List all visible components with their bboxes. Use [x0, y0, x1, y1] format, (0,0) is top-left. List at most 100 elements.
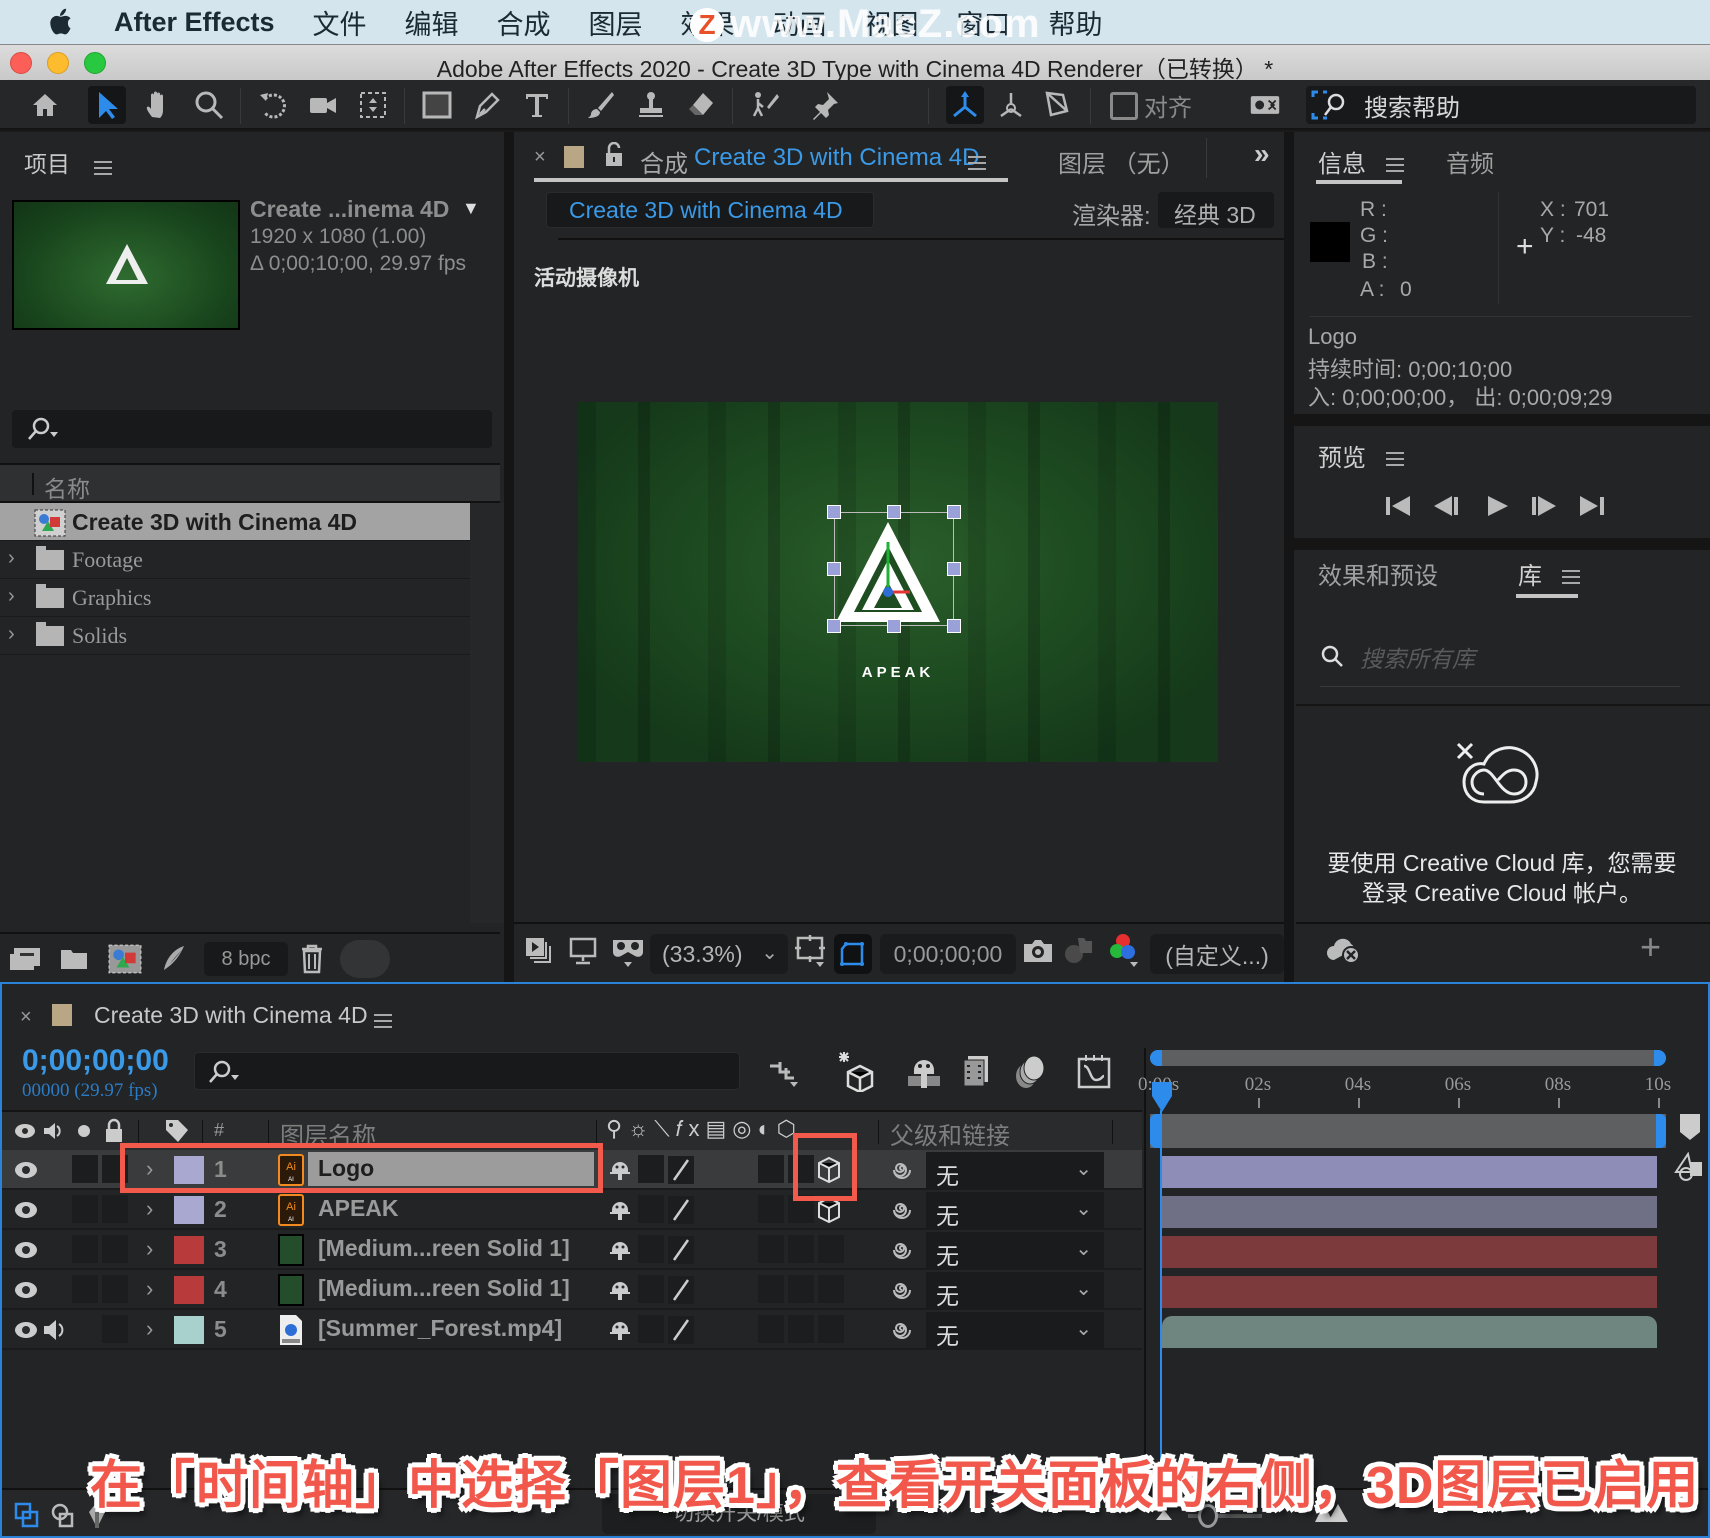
- pen-tool[interactable]: [468, 86, 506, 124]
- menu-help[interactable]: 帮助: [1049, 3, 1103, 42]
- draft-3d-icon[interactable]: [836, 1050, 876, 1092]
- show-snapshot-icon[interactable]: [1062, 934, 1096, 966]
- shy-switch-icon[interactable]: [608, 1198, 632, 1222]
- parent-dropdown[interactable]: 无 ⌄: [926, 1192, 1104, 1229]
- expand-chevron-icon[interactable]: ›: [146, 1196, 153, 1222]
- expand-chevron-icon[interactable]: ›: [8, 547, 15, 570]
- view-options-dropdown[interactable]: (自定义...): [1150, 934, 1284, 974]
- lock-switch[interactable]: [102, 1235, 128, 1263]
- graph-editor-icon[interactable]: [1076, 1054, 1112, 1090]
- unlock-icon[interactable]: [604, 142, 624, 168]
- rotate-tool[interactable]: [254, 86, 292, 124]
- menu-composition[interactable]: 合成: [497, 3, 551, 42]
- home-button[interactable]: [26, 86, 64, 124]
- channel-rgb-icon[interactable]: [1108, 932, 1142, 972]
- time-ruler[interactable]: 0:00s02s04s06s08s10s: [1138, 1068, 1671, 1112]
- menu-layer[interactable]: 图层: [589, 3, 643, 42]
- shy-switch-icon[interactable]: [608, 1278, 632, 1302]
- visibility-eye-icon[interactable]: [14, 1278, 38, 1302]
- tab-libraries[interactable]: 库: [1518, 556, 1542, 591]
- shy-layers-icon[interactable]: [906, 1054, 942, 1090]
- project-item-folder[interactable]: › Solids: [0, 617, 470, 655]
- grid-guides-icon[interactable]: [794, 934, 828, 970]
- workspace-button[interactable]: [1246, 86, 1284, 124]
- render-queue-icon[interactable]: [160, 944, 188, 974]
- trash-icon[interactable]: [300, 944, 324, 974]
- pick-whip-spiral-icon[interactable]: [890, 1158, 914, 1182]
- project-item-composition[interactable]: Create 3D with Cinema 4D: [0, 503, 470, 541]
- work-area-end-handle[interactable]: [1656, 1114, 1666, 1148]
- transform-handle[interactable]: [947, 505, 961, 519]
- navigator-start-handle[interactable]: [1150, 1050, 1162, 1066]
- motion-blur-switch[interactable]: [758, 1275, 784, 1303]
- time-navigator-bar[interactable]: [1150, 1050, 1666, 1066]
- close-tab-icon[interactable]: ×: [20, 1006, 32, 1029]
- expand-chevron-icon[interactable]: ›: [146, 1236, 153, 1262]
- layer-label-color[interactable]: [174, 1196, 204, 1224]
- audio-speaker-icon[interactable]: [42, 1317, 66, 1343]
- camera-tool[interactable]: [304, 86, 342, 124]
- transform-handle[interactable]: [827, 619, 841, 633]
- work-area-start-handle[interactable]: [1150, 1114, 1160, 1148]
- transfer-controls-toggle-icon[interactable]: [50, 1502, 76, 1530]
- composition-viewer[interactable]: APEAK: [578, 402, 1218, 762]
- shy-switch-icon[interactable]: [608, 1238, 632, 1262]
- apeak-text-layer[interactable]: APEAK: [578, 664, 1218, 681]
- solo-switch[interactable]: [72, 1235, 98, 1263]
- panel-menu-icon[interactable]: [1386, 157, 1404, 172]
- collapse-switch[interactable]: [638, 1275, 664, 1303]
- expand-chevron-icon[interactable]: ›: [8, 585, 15, 608]
- interpret-footage-icon[interactable]: [8, 946, 42, 972]
- collapse-switch[interactable]: [638, 1235, 664, 1263]
- timeline-current-time[interactable]: 0;00;00;00: [22, 1044, 169, 1078]
- visibility-eye-icon[interactable]: [14, 1238, 38, 1262]
- local-axis-mode[interactable]: [946, 86, 984, 124]
- view-axis-mode[interactable]: [1038, 86, 1076, 124]
- quality-switch-icon[interactable]: [668, 1276, 694, 1304]
- playhead-handle[interactable]: [1150, 1080, 1174, 1114]
- layer-name[interactable]: [Medium...reen Solid 1]: [318, 1275, 570, 1302]
- timeline-layer-row[interactable]: › 3 [Medium...reen Solid 1] 无 ⌄: [2, 1230, 1142, 1270]
- layer-label-color[interactable]: [174, 1316, 204, 1344]
- transform-handle[interactable]: [947, 562, 961, 576]
- bit-depth-button[interactable]: 8 bpc: [204, 942, 288, 976]
- layer-label-color[interactable]: [174, 1276, 204, 1304]
- collapse-switch[interactable]: [638, 1195, 664, 1223]
- lock-switch[interactable]: [102, 1275, 128, 1303]
- adjustment-switch[interactable]: [788, 1235, 814, 1263]
- last-frame-icon[interactable]: [1576, 494, 1606, 518]
- region-of-interest-button[interactable]: [834, 934, 872, 974]
- layer-duration-bar[interactable]: [1162, 1276, 1657, 1308]
- lock-switch[interactable]: [102, 1315, 128, 1343]
- pick-whip-spiral-icon[interactable]: [890, 1238, 914, 1262]
- more-panels-chevron-icon[interactable]: »: [1254, 138, 1270, 170]
- project-zoom-handle[interactable]: [340, 940, 390, 978]
- layer-switches-toggle-icon[interactable]: [14, 1502, 40, 1530]
- composition-flowchart-icon[interactable]: [768, 1058, 804, 1092]
- transform-handle[interactable]: [887, 505, 901, 519]
- eraser-tool[interactable]: [682, 86, 720, 124]
- pick-whip-spiral-icon[interactable]: [890, 1318, 914, 1342]
- search-help-field[interactable]: 搜索帮助: [1306, 86, 1696, 124]
- work-area-bar[interactable]: [1150, 1114, 1666, 1148]
- brush-tool[interactable]: [582, 86, 620, 124]
- current-time-field[interactable]: 0;00;00;00: [880, 934, 1016, 974]
- first-frame-icon[interactable]: [1384, 494, 1414, 518]
- always-preview-icon[interactable]: [524, 936, 554, 966]
- motion-blur-switch[interactable]: [758, 1195, 784, 1223]
- layer-duration-bar[interactable]: [1162, 1156, 1657, 1188]
- project-search-input[interactable]: [12, 410, 492, 448]
- world-axis-mode[interactable]: [992, 86, 1030, 124]
- roto-brush-tool[interactable]: [746, 86, 784, 124]
- new-composition-icon[interactable]: [108, 944, 142, 974]
- panel-menu-icon[interactable]: [1386, 451, 1404, 466]
- tab-audio[interactable]: 音频: [1446, 144, 1494, 179]
- menu-file[interactable]: 文件: [313, 3, 367, 42]
- adjustment-switch[interactable]: [788, 1315, 814, 1343]
- layer-duration-bar[interactable]: [1162, 1196, 1657, 1228]
- panel-menu-icon[interactable]: [94, 160, 113, 175]
- snapping-checkbox[interactable]: [1110, 92, 1138, 120]
- comp-tab-name[interactable]: Create 3D with Cinema 4D: [694, 144, 979, 172]
- pan-behind-tool[interactable]: [354, 86, 392, 124]
- hand-tool[interactable]: [140, 86, 178, 124]
